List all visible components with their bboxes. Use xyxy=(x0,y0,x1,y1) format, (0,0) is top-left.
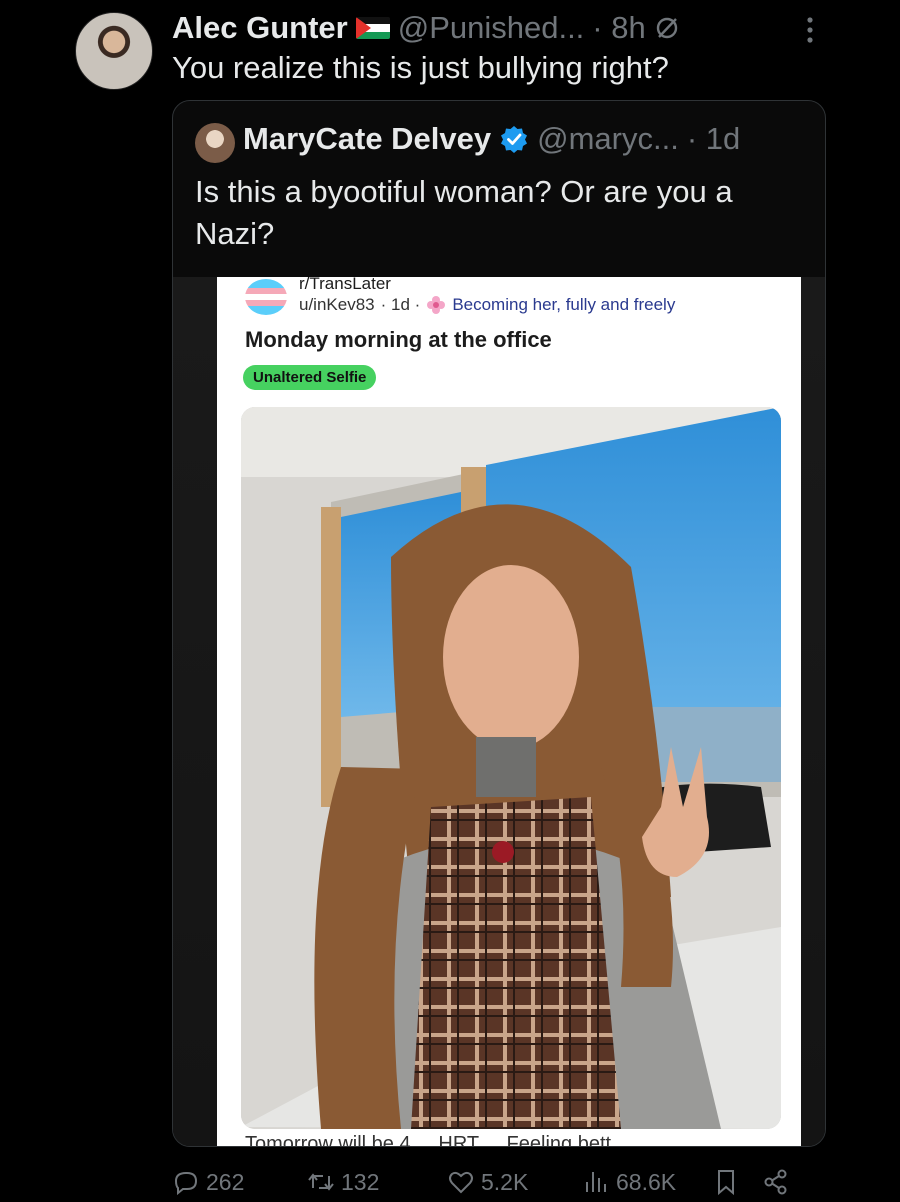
author-handle[interactable]: @Punished... xyxy=(398,10,585,46)
post-meta: u/inKev83 · 1d · Becoming her, fully and… xyxy=(299,295,675,315)
reddit-post-screenshot: r/TransLater u/inKev83 · 1d · Becoming h… xyxy=(217,277,801,1146)
verified-badge-icon xyxy=(501,126,528,153)
selfie-illustration xyxy=(241,407,781,1129)
grok-icon[interactable] xyxy=(654,15,680,41)
quoted-text: Is this a byootiful woman? Or are you a … xyxy=(195,174,733,251)
media-background-right xyxy=(801,277,825,1146)
post-title: Monday morning at the office xyxy=(245,327,552,352)
palestine-flag-icon xyxy=(355,17,390,39)
subreddit-icon xyxy=(245,279,287,315)
quoted-author-handle[interactable]: @maryc... xyxy=(537,121,679,157)
repost-button[interactable]: 132 xyxy=(307,1168,447,1196)
like-count: 5.2K xyxy=(481,1168,529,1195)
author-name[interactable]: Alec Gunter xyxy=(172,10,348,46)
user-flair: Becoming her, fully and freely xyxy=(452,295,676,314)
media-background-left xyxy=(173,277,219,1146)
share-button[interactable] xyxy=(762,1168,802,1196)
quoted-author-name[interactable]: MaryCate Delvey xyxy=(243,121,491,157)
repost-icon xyxy=(308,1173,334,1191)
reply-button[interactable]: 262 xyxy=(172,1168,307,1196)
bookmark-icon xyxy=(718,1170,734,1196)
reply-count: 262 xyxy=(206,1168,245,1195)
quoted-author-avatar[interactable] xyxy=(195,123,235,163)
views-button[interactable]: 68.6K xyxy=(582,1168,712,1196)
quoted-time[interactable]: · 1d xyxy=(687,121,740,157)
tweet-header: Alec Gunter @Punished... · 8h xyxy=(172,8,832,48)
tweet-time[interactable]: · 8h xyxy=(592,10,645,46)
quoted-header: MaryCate Delvey @maryc... · 1d xyxy=(243,121,740,157)
more-options-icon[interactable] xyxy=(800,10,820,50)
post-tag: Unaltered Selfie xyxy=(243,365,377,390)
quoted-media[interactable]: r/TransLater u/inKev83 · 1d · Becoming h… xyxy=(173,277,825,1146)
bookmark-button[interactable] xyxy=(712,1168,762,1196)
post-username: u/inKev83 xyxy=(299,295,375,314)
views-count: 68.6K xyxy=(616,1168,677,1195)
tweet-text: You realize this is just bullying right? xyxy=(172,50,669,85)
heart-icon xyxy=(449,1171,473,1194)
subreddit-name: r/TransLater xyxy=(299,277,391,293)
post-age: · 1d · xyxy=(380,295,421,314)
post-body-peek: Tomorrow will be 4 ... HRT ... Feeling b… xyxy=(245,1133,628,1146)
like-button[interactable]: 5.2K xyxy=(447,1168,582,1196)
selfie-photo xyxy=(241,407,781,1129)
reply-icon xyxy=(174,1172,198,1196)
action-bar: 262 132 5.2K 68.6K xyxy=(172,1162,812,1202)
views-icon xyxy=(586,1172,606,1192)
repost-count: 132 xyxy=(341,1168,380,1195)
author-avatar[interactable] xyxy=(75,12,153,90)
quoted-tweet[interactable]: MaryCate Delvey @maryc... · 1d Is this a… xyxy=(172,100,826,1147)
share-icon xyxy=(764,1169,787,1195)
flower-icon xyxy=(427,296,446,314)
